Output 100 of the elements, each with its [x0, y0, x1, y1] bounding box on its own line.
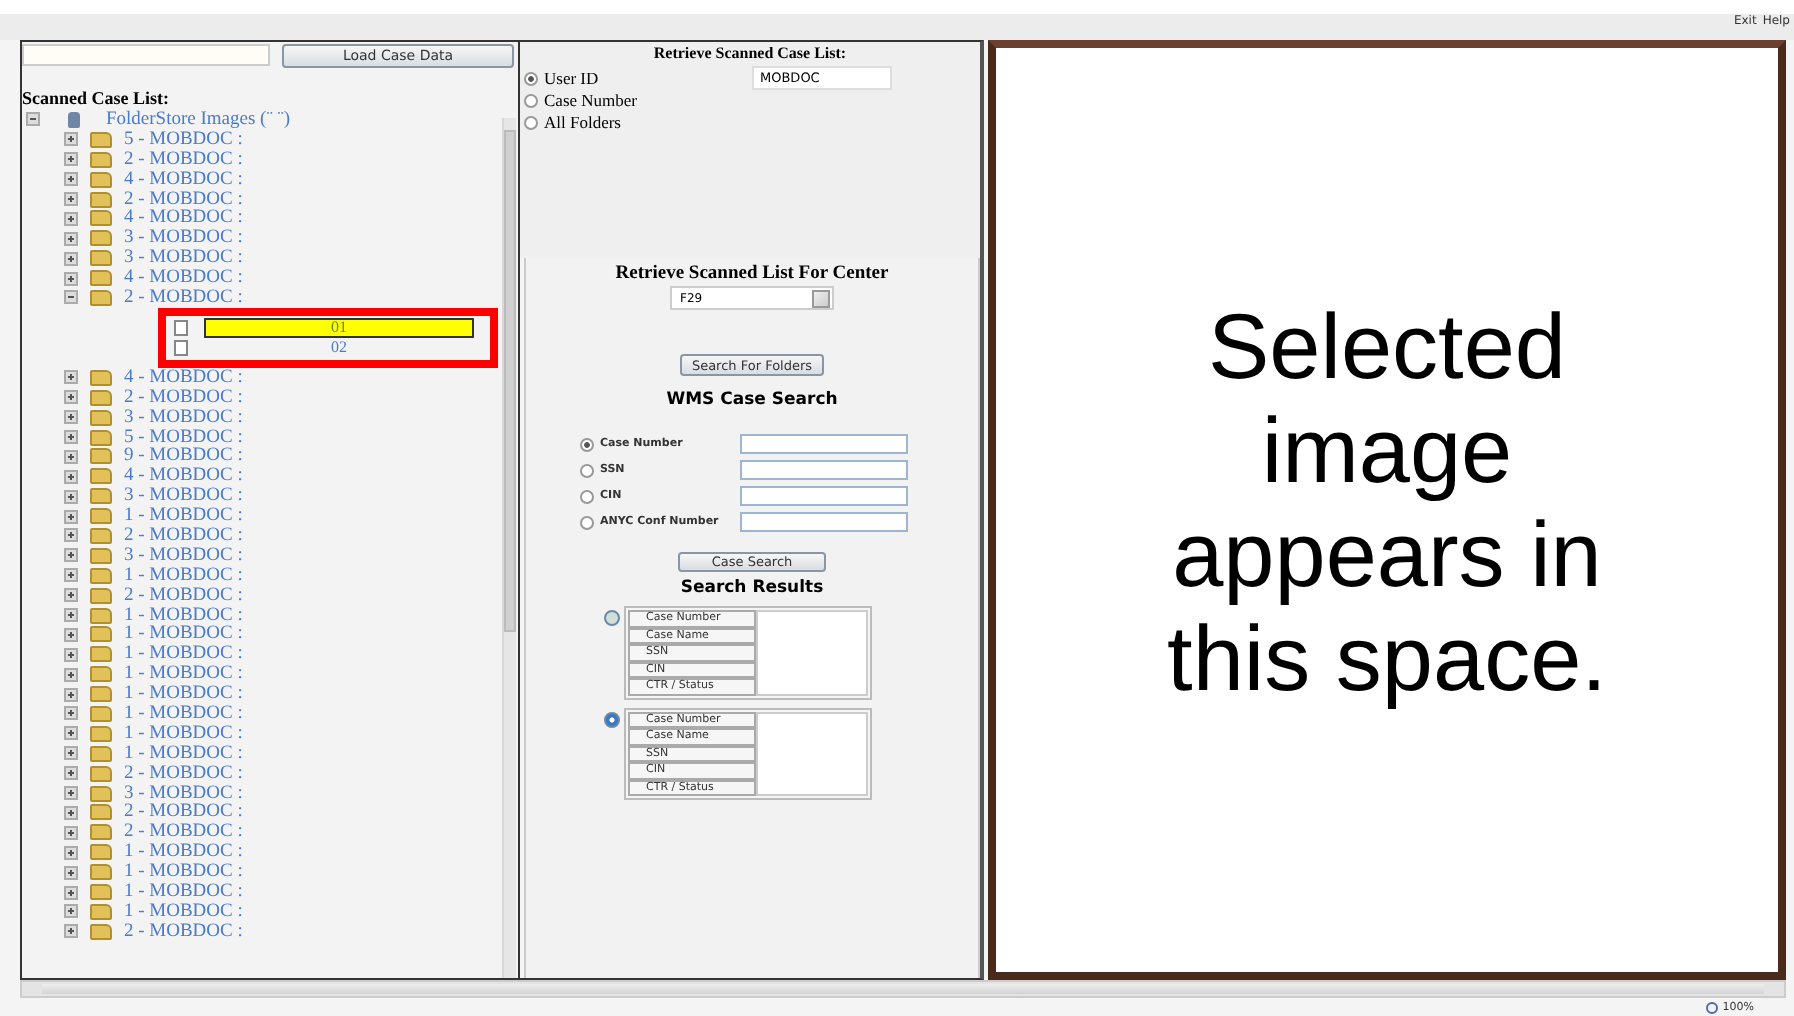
- tree-item[interactable]: 2 - MOBDOC :: [124, 921, 243, 942]
- collapse-icon[interactable]: [64, 290, 78, 305]
- tree-item[interactable]: 1 - MOBDOC :: [124, 605, 243, 626]
- scrollbar[interactable]: [502, 118, 516, 978]
- tree-item[interactable]: FolderStore Images (¨ ¨): [106, 110, 291, 130]
- tree-item[interactable]: 02: [204, 339, 474, 356]
- expand-icon[interactable]: [64, 410, 78, 425]
- tree-item[interactable]: 2 - MOBDOC :: [124, 287, 243, 308]
- folder-icon: [90, 527, 112, 544]
- tree-item[interactable]: 3 - MOBDOC :: [124, 248, 243, 269]
- tree-item[interactable]: 2 - MOBDOC :: [124, 149, 243, 170]
- expand-icon[interactable]: [64, 469, 78, 484]
- tree-item[interactable]: 2 - MOBDOC :: [124, 822, 243, 843]
- folder-icon: [90, 210, 112, 227]
- tree-item[interactable]: 4 - MOBDOC :: [124, 169, 243, 190]
- expand-icon[interactable]: [64, 528, 78, 543]
- radio-button[interactable]: [604, 711, 620, 727]
- search-field[interactable]: [740, 460, 908, 480]
- expand-icon[interactable]: [64, 152, 78, 167]
- expand-icon[interactable]: [64, 647, 78, 662]
- expand-icon[interactable]: [64, 608, 78, 623]
- expand-icon[interactable]: [64, 726, 78, 741]
- expand-icon[interactable]: [64, 924, 78, 939]
- expand-icon[interactable]: [64, 132, 78, 147]
- folder-icon: [90, 824, 112, 841]
- tree-item[interactable]: 2 - MOBDOC :: [124, 802, 243, 823]
- radio-button[interactable]: [580, 463, 594, 477]
- tree-item[interactable]: 4 - MOBDOC :: [124, 466, 243, 487]
- expand-icon[interactable]: [64, 845, 78, 860]
- expand-icon[interactable]: [64, 509, 78, 524]
- tree-item[interactable]: 4 - MOBDOC :: [124, 208, 243, 229]
- tree-item[interactable]: 2 - MOBDOC :: [124, 585, 243, 606]
- expand-icon[interactable]: [64, 825, 78, 840]
- tree-item[interactable]: 1 - MOBDOC :: [124, 743, 243, 764]
- expand-icon[interactable]: [64, 390, 78, 405]
- tree-item[interactable]: 3 - MOBDOC :: [124, 407, 243, 428]
- tree-item[interactable]: 1 - MOBDOC :: [124, 506, 243, 527]
- expand-icon[interactable]: [64, 568, 78, 583]
- tree-item[interactable]: 2 - MOBDOC :: [124, 763, 243, 784]
- expand-icon[interactable]: [64, 211, 78, 226]
- tree-item[interactable]: 3 - MOBDOC :: [124, 783, 243, 804]
- case-field[interactable]: [22, 44, 270, 66]
- collapse-icon[interactable]: [26, 112, 40, 127]
- radio-button[interactable]: [580, 437, 594, 451]
- expand-icon[interactable]: [64, 706, 78, 721]
- tree-item[interactable]: 1 - MOBDOC :: [124, 704, 243, 724]
- search-field[interactable]: [740, 486, 908, 506]
- expand-icon[interactable]: [64, 271, 78, 286]
- expand-icon[interactable]: [64, 746, 78, 761]
- expand-icon[interactable]: [64, 231, 78, 246]
- tree-item[interactable]: 2 - MOBDOC :: [124, 525, 243, 546]
- expand-icon[interactable]: [64, 370, 78, 385]
- expand-icon[interactable]: [64, 687, 78, 702]
- tree-item[interactable]: 3 - MOBDOC :: [124, 545, 243, 566]
- tree-item[interactable]: 1 - MOBDOC :: [124, 565, 243, 586]
- expand-icon[interactable]: [64, 251, 78, 266]
- expand-icon[interactable]: [64, 805, 78, 820]
- tree-item[interactable]: 4 - MOBDOC :: [124, 268, 243, 289]
- tree-item[interactable]: 1 - MOBDOC :: [124, 862, 243, 883]
- expand-icon[interactable]: [64, 172, 78, 187]
- tree-item[interactable]: 1 - MOBDOC :: [124, 882, 243, 903]
- expand-icon[interactable]: [64, 885, 78, 899]
- expand-icon[interactable]: [64, 627, 78, 642]
- tree-item[interactable]: 1 - MOBDOC :: [124, 901, 243, 922]
- tree-item[interactable]: 1 - MOBDOC :: [124, 664, 243, 685]
- expand-icon[interactable]: [64, 588, 78, 603]
- scrollbar[interactable]: [20, 980, 1786, 998]
- tree-item[interactable]: 3 - MOBDOC :: [124, 486, 243, 507]
- radio-button[interactable]: [524, 93, 538, 107]
- tree-item[interactable]: 1 - MOBDOC :: [124, 624, 243, 645]
- tree-item[interactable]: 1 - MOBDOC :: [124, 842, 243, 863]
- tree-item[interactable]: 9 - MOBDOC :: [124, 446, 243, 467]
- tree-item[interactable]: 5 - MOBDOC :: [124, 129, 243, 150]
- expand-icon[interactable]: [64, 192, 78, 206]
- tree-item[interactable]: 2 - MOBDOC :: [124, 387, 243, 408]
- expand-icon[interactable]: [64, 489, 78, 504]
- expand-icon[interactable]: [64, 449, 78, 464]
- folder-icon: [90, 429, 112, 446]
- tree-item[interactable]: 1 - MOBDOC :: [124, 644, 243, 665]
- expand-icon[interactable]: [64, 430, 78, 445]
- expand-icon[interactable]: [64, 904, 78, 919]
- tree-item[interactable]: 2 - MOBDOC :: [124, 189, 243, 210]
- tree-item[interactable]: 1 - MOBDOC :: [124, 684, 243, 705]
- tree-item[interactable]: 1 - MOBDOC :: [124, 723, 243, 744]
- radio-button[interactable]: [580, 515, 594, 529]
- tree-item[interactable]: 3 - MOBDOC :: [124, 228, 243, 249]
- radio-button[interactable]: [524, 71, 538, 85]
- expand-icon[interactable]: [64, 667, 78, 682]
- expand-icon[interactable]: [64, 548, 78, 563]
- search-field[interactable]: [740, 434, 908, 454]
- tree-item[interactable]: 4 - MOBDOC :: [124, 367, 243, 388]
- search-field[interactable]: [740, 512, 908, 532]
- radio-button[interactable]: [580, 489, 594, 503]
- radio-button[interactable]: [524, 115, 538, 129]
- radio-button[interactable]: [604, 610, 620, 626]
- expand-icon[interactable]: [64, 865, 78, 880]
- expand-icon[interactable]: [64, 786, 78, 801]
- tree-item[interactable]: 5 - MOBDOC :: [124, 427, 243, 448]
- tree-item[interactable]: 01: [204, 317, 474, 338]
- expand-icon[interactable]: [64, 766, 78, 781]
